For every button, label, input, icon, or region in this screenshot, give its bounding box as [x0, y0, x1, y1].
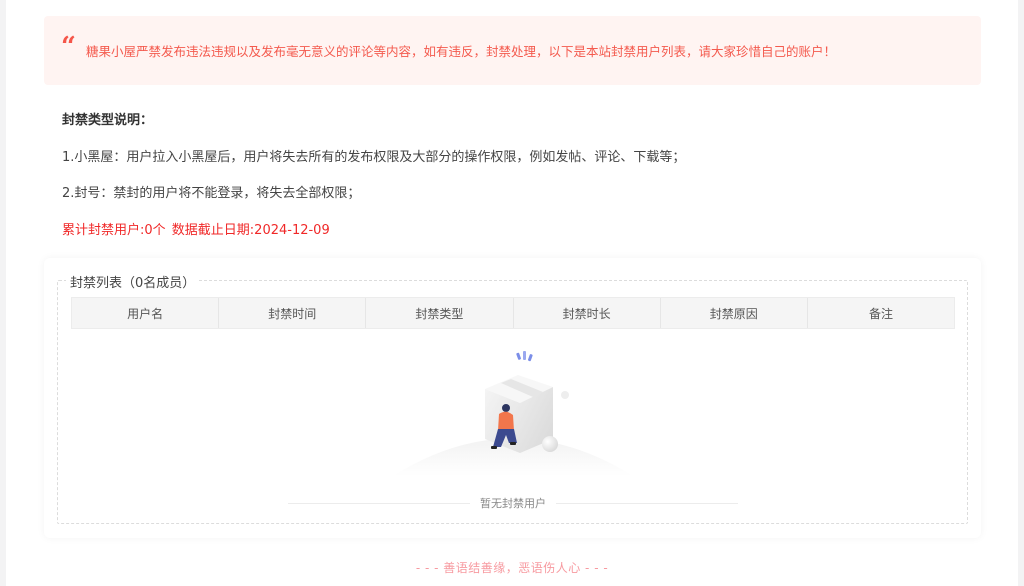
- footer-slogan: - - - 善语结善缘，恶语伤人心 - - -: [415, 561, 609, 575]
- column-header-remarks[interactable]: 备注: [808, 298, 954, 328]
- column-header-ban-time[interactable]: 封禁时间: [219, 298, 367, 328]
- ban-type-rule-1: 1.小黑屋：用户拉入小黑屋后，用户将失去所有的发布权限及大部分的操作权限，例如发…: [62, 150, 686, 165]
- ban-total-count: 累计封禁用户:0个: [62, 223, 166, 238]
- column-header-ban-type[interactable]: 封禁类型: [366, 298, 514, 328]
- divider-left: [288, 502, 470, 504]
- notice-text: 糖果小屋严禁发布违法违规以及发布毫无意义的评论等内容，如有违反，封禁处理，以下是…: [86, 44, 837, 59]
- ban-list-card: 封禁列表（0名成员） 用户名 封禁时间 封禁类型 封禁时长 封禁原因 备注 暂无…: [44, 258, 981, 538]
- ban-types-title: 封禁类型说明：: [62, 113, 154, 128]
- column-header-username[interactable]: 用户名: [72, 298, 220, 328]
- ban-type-rule-2: 2.封号：禁封的用户将不能登录，将失去全部权限；: [62, 186, 361, 201]
- ban-list-fieldset: 封禁列表（0名成员） 用户名 封禁时间 封禁类型 封禁时长 封禁原因 备注 暂无…: [57, 272, 968, 524]
- empty-state-illustration: [393, 351, 633, 476]
- quote-icon: “: [61, 31, 76, 62]
- divider-right: [556, 502, 738, 504]
- page: “ 糖果小屋严禁发布违法违规以及发布毫无意义的评论等内容，如有违反，封禁处理，以…: [6, 0, 1018, 586]
- empty-state-text: 暂无封禁用户: [480, 497, 546, 510]
- notice-banner: “ 糖果小屋严禁发布违法违规以及发布毫无意义的评论等内容，如有违反，封禁处理，以…: [44, 16, 981, 85]
- ban-stats: 累计封禁用户:0个 数据截止日期:2024-12-09: [62, 219, 330, 238]
- ban-table-header: 用户名 封禁时间 封禁类型 封禁时长 封禁原因 备注: [71, 297, 955, 329]
- column-header-ban-reason[interactable]: 封禁原因: [661, 298, 808, 328]
- data-cutoff-date: 数据截止日期:2024-12-09: [171, 223, 330, 238]
- column-header-ban-duration[interactable]: 封禁时长: [514, 298, 661, 328]
- empty-state: 暂无封禁用户: [288, 495, 738, 511]
- ban-list-legend: 封禁列表（0名成员）: [66, 272, 200, 291]
